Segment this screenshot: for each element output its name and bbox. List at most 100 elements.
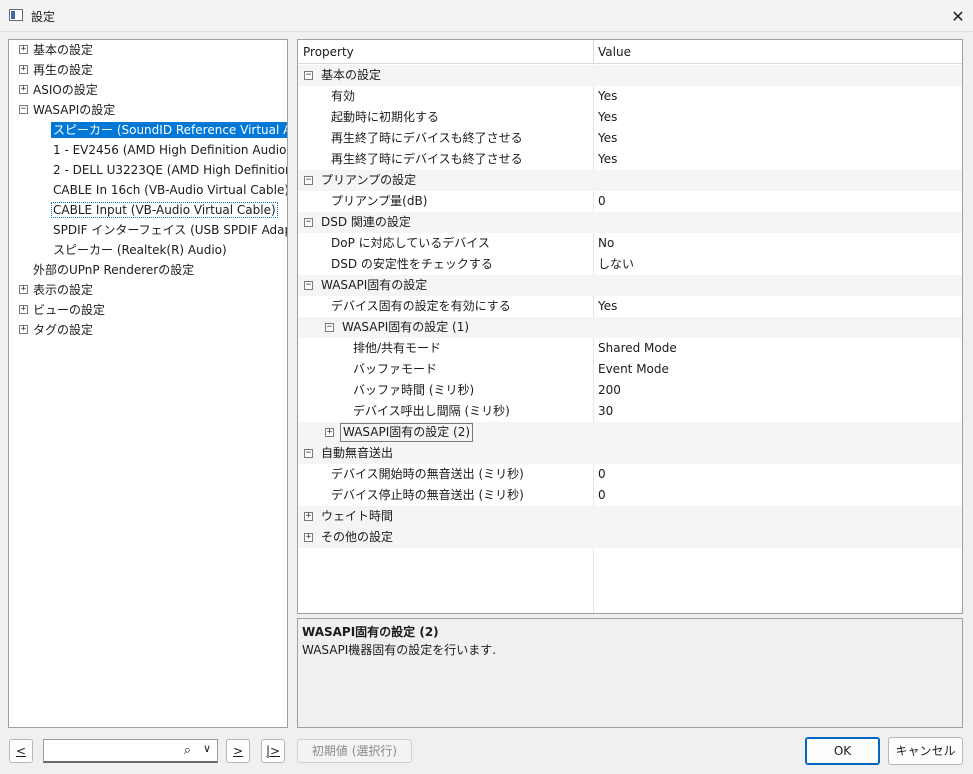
collapse-icon[interactable]: − [19, 105, 28, 114]
tree-item-device-dell[interactable]: 2 - DELL U3223QE (AMD High Definition [51, 160, 287, 180]
grid-property-row[interactable]: 再生終了時にデバイスも終了させる Yes [298, 128, 962, 149]
expand-icon[interactable]: + [304, 533, 313, 542]
row-name: その他の設定 [321, 530, 394, 544]
row-name: DSD の安定性をチェックする [331, 257, 493, 271]
tree-item-asio[interactable]: + ASIOの設定 [17, 80, 100, 100]
grid-property-row[interactable]: バッファモード Event Mode [298, 359, 962, 380]
reset-default-button[interactable]: 初期値 (選択行) [297, 739, 412, 763]
expand-icon[interactable]: + [19, 305, 28, 314]
cancel-button[interactable]: キャンセル [888, 737, 963, 765]
expand-icon[interactable]: + [19, 285, 28, 294]
expand-icon[interactable]: + [19, 45, 28, 54]
grid-property-row[interactable]: 再生終了時にデバイスも終了させる Yes [298, 149, 962, 170]
tree-item-view[interactable]: + ビューの設定 [17, 300, 107, 320]
column-header-property[interactable]: Property [303, 45, 354, 59]
grid-category-row[interactable]: − 自動無音送出 [298, 443, 962, 464]
app-icon [9, 9, 23, 21]
grid-category-row[interactable]: − WASAPI固有の設定 [298, 275, 962, 296]
row-value[interactable]: 0 [598, 485, 606, 506]
ok-button[interactable]: OK [805, 737, 880, 765]
collapse-icon[interactable]: − [325, 323, 334, 332]
row-name: デバイス呼出し間隔 (ミリ秒) [353, 404, 510, 418]
grid-category-row[interactable]: + その他の設定 [298, 527, 962, 548]
grid-property-row[interactable]: デバイス固有の設定を有効にする Yes [298, 296, 962, 317]
collapse-icon[interactable]: − [304, 281, 313, 290]
grid-property-row[interactable]: DoP に対応しているデバイス No [298, 233, 962, 254]
collapse-icon[interactable]: − [304, 176, 313, 185]
row-value[interactable]: 0 [598, 464, 606, 485]
row-name: WASAPI固有の設定 [321, 278, 428, 292]
tree-item-device-soundid[interactable]: スピーカー (SoundID Reference Virtual Aud [51, 120, 287, 140]
grid-property-row[interactable]: 有効 Yes [298, 86, 962, 107]
next-button[interactable]: > [226, 739, 250, 763]
tree-item-label: SPDIF インターフェイス (USB SPDIF Adapter) [53, 223, 288, 237]
row-value[interactable]: Yes [598, 107, 617, 128]
grid-category-row[interactable]: − プリアンプの設定 [298, 170, 962, 191]
tree-item-tag[interactable]: + タグの設定 [17, 320, 95, 340]
grid-property-row[interactable]: デバイス開始時の無音送出 (ミリ秒) 0 [298, 464, 962, 485]
row-value[interactable]: 30 [598, 401, 613, 422]
expand-icon[interactable]: + [19, 325, 28, 334]
search-icon[interactable]: ⌕ [184, 743, 191, 758]
expand-icon[interactable]: + [325, 428, 334, 437]
grid-property-row[interactable]: 排他/共有モード Shared Mode [298, 338, 962, 359]
search-input[interactable]: ⌕ ∨ [43, 739, 218, 763]
row-value[interactable]: 200 [598, 380, 621, 401]
row-name: 有効 [331, 89, 356, 103]
grid-category-row[interactable]: − DSD 関連の設定 [298, 212, 962, 233]
last-button[interactable]: |> [261, 739, 285, 763]
collapse-icon[interactable]: − [304, 449, 313, 458]
row-value[interactable]: しない [598, 254, 634, 275]
row-value[interactable]: Yes [598, 149, 617, 170]
expand-icon[interactable]: + [304, 512, 313, 521]
settings-tree[interactable]: + 基本の設定 + 再生の設定 + ASIOの設定 − WASAPIの設定 スピ… [8, 39, 288, 728]
window-title: 設定 [31, 10, 56, 24]
prev-button[interactable]: < [9, 739, 33, 763]
row-value[interactable]: No [598, 233, 614, 254]
grid-subcategory-row[interactable]: − WASAPI固有の設定 (1) [298, 317, 962, 338]
tree-item-wasapi[interactable]: − WASAPIの設定 [17, 100, 117, 120]
tree-item-playback[interactable]: + 再生の設定 [17, 60, 95, 80]
chevron-down-icon[interactable]: ∨ [203, 742, 211, 755]
row-name: 排他/共有モード [353, 341, 442, 355]
collapse-icon[interactable]: − [304, 71, 313, 80]
tree-item-label: 1 - EV2456 (AMD High Definition Audio [53, 143, 287, 157]
row-name: デバイス固有の設定を有効にする [331, 299, 511, 313]
row-name: WASAPI固有の設定 (2) [340, 423, 474, 442]
expand-icon[interactable]: + [19, 85, 28, 94]
tree-item-basic[interactable]: + 基本の設定 [17, 40, 95, 60]
grid-property-row[interactable]: プリアンプ量(dB) 0 [298, 191, 962, 212]
row-value[interactable]: 0 [598, 191, 606, 212]
grid-property-row[interactable]: デバイス呼出し間隔 (ミリ秒) 30 [298, 401, 962, 422]
grid-property-row[interactable]: DSD の安定性をチェックする しない [298, 254, 962, 275]
column-divider[interactable] [593, 40, 594, 64]
tree-item-label: WASAPIの設定 [33, 103, 116, 117]
expand-icon[interactable]: + [19, 65, 28, 74]
row-value[interactable]: Yes [598, 296, 617, 317]
tree-item-device-spdif[interactable]: SPDIF インターフェイス (USB SPDIF Adapter) [51, 220, 288, 240]
tree-item-label: 外部のUPnP Rendererの設定 [33, 263, 195, 277]
row-value[interactable]: Event Mode [598, 359, 669, 380]
row-value[interactable]: Shared Mode [598, 338, 677, 359]
grid-category-row[interactable]: + ウェイト時間 [298, 506, 962, 527]
description-text: WASAPI機器固有の設定を行います. [302, 643, 497, 657]
grid-property-row[interactable]: 起動時に初期化する Yes [298, 107, 962, 128]
tree-item-device-cable-16ch[interactable]: CABLE In 16ch (VB-Audio Virtual Cable) [51, 180, 287, 200]
tree-item-device-cable-input[interactable]: CABLE Input (VB-Audio Virtual Cable) [51, 200, 278, 220]
row-name: プリアンプ量(dB) [331, 194, 428, 208]
close-button[interactable]: ✕ [943, 0, 973, 32]
grid-subcategory-row-selected[interactable]: + WASAPI固有の設定 (2) [298, 422, 962, 443]
collapse-icon[interactable]: − [304, 218, 313, 227]
tree-item-upnp[interactable]: 外部のUPnP Rendererの設定 [31, 260, 196, 280]
grid-category-row[interactable]: − 基本の設定 [298, 65, 962, 86]
property-grid[interactable]: Property Value − 基本の設定 有効 Yes 起動時に初期化する … [297, 39, 963, 614]
tree-item-display[interactable]: + 表示の設定 [17, 280, 95, 300]
grid-property-row[interactable]: バッファ時間 (ミリ秒) 200 [298, 380, 962, 401]
column-header-value[interactable]: Value [598, 45, 631, 59]
row-value[interactable]: Yes [598, 86, 617, 107]
tree-item-device-ev2456[interactable]: 1 - EV2456 (AMD High Definition Audio [51, 140, 287, 160]
row-value[interactable]: Yes [598, 128, 617, 149]
tree-item-device-realtek[interactable]: スピーカー (Realtek(R) Audio) [51, 240, 229, 260]
grid-property-row[interactable]: デバイス停止時の無音送出 (ミリ秒) 0 [298, 485, 962, 506]
tree-item-label: スピーカー (Realtek(R) Audio) [53, 243, 227, 257]
